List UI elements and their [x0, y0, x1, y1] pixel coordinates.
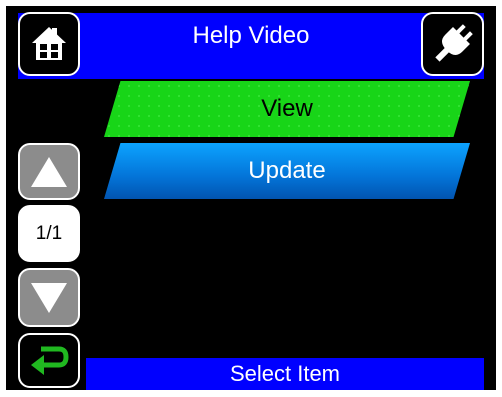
home-button[interactable]: [18, 12, 80, 76]
header-bar: Help Video: [18, 13, 484, 79]
back-button[interactable]: [18, 333, 80, 388]
scroll-down-button[interactable]: [18, 268, 80, 327]
device-panel: Help Video View Update 1/1 Select Item: [6, 6, 496, 390]
menu-item-view[interactable]: View: [104, 81, 470, 137]
status-text: Select Item: [229, 361, 341, 386]
return-arrow-icon: [31, 346, 69, 375]
menu-item-label: View: [261, 95, 313, 122]
page-indicator-text: 1/1: [35, 222, 63, 244]
house-icon: [32, 27, 66, 60]
triangle-up-icon: [31, 156, 67, 187]
menu-item-update[interactable]: Update: [104, 143, 470, 199]
plug-button[interactable]: [421, 12, 484, 76]
screen: Help Video View Update 1/1 Select Item: [0, 0, 502, 397]
triangle-down-icon: [31, 282, 67, 313]
menu-item-label: Update: [248, 157, 326, 184]
plug-icon: [434, 24, 473, 62]
status-bar: Select Item: [86, 358, 484, 390]
page-title: Help Video: [192, 22, 310, 49]
scroll-up-button[interactable]: [18, 143, 80, 200]
page-indicator: 1/1: [18, 205, 80, 262]
